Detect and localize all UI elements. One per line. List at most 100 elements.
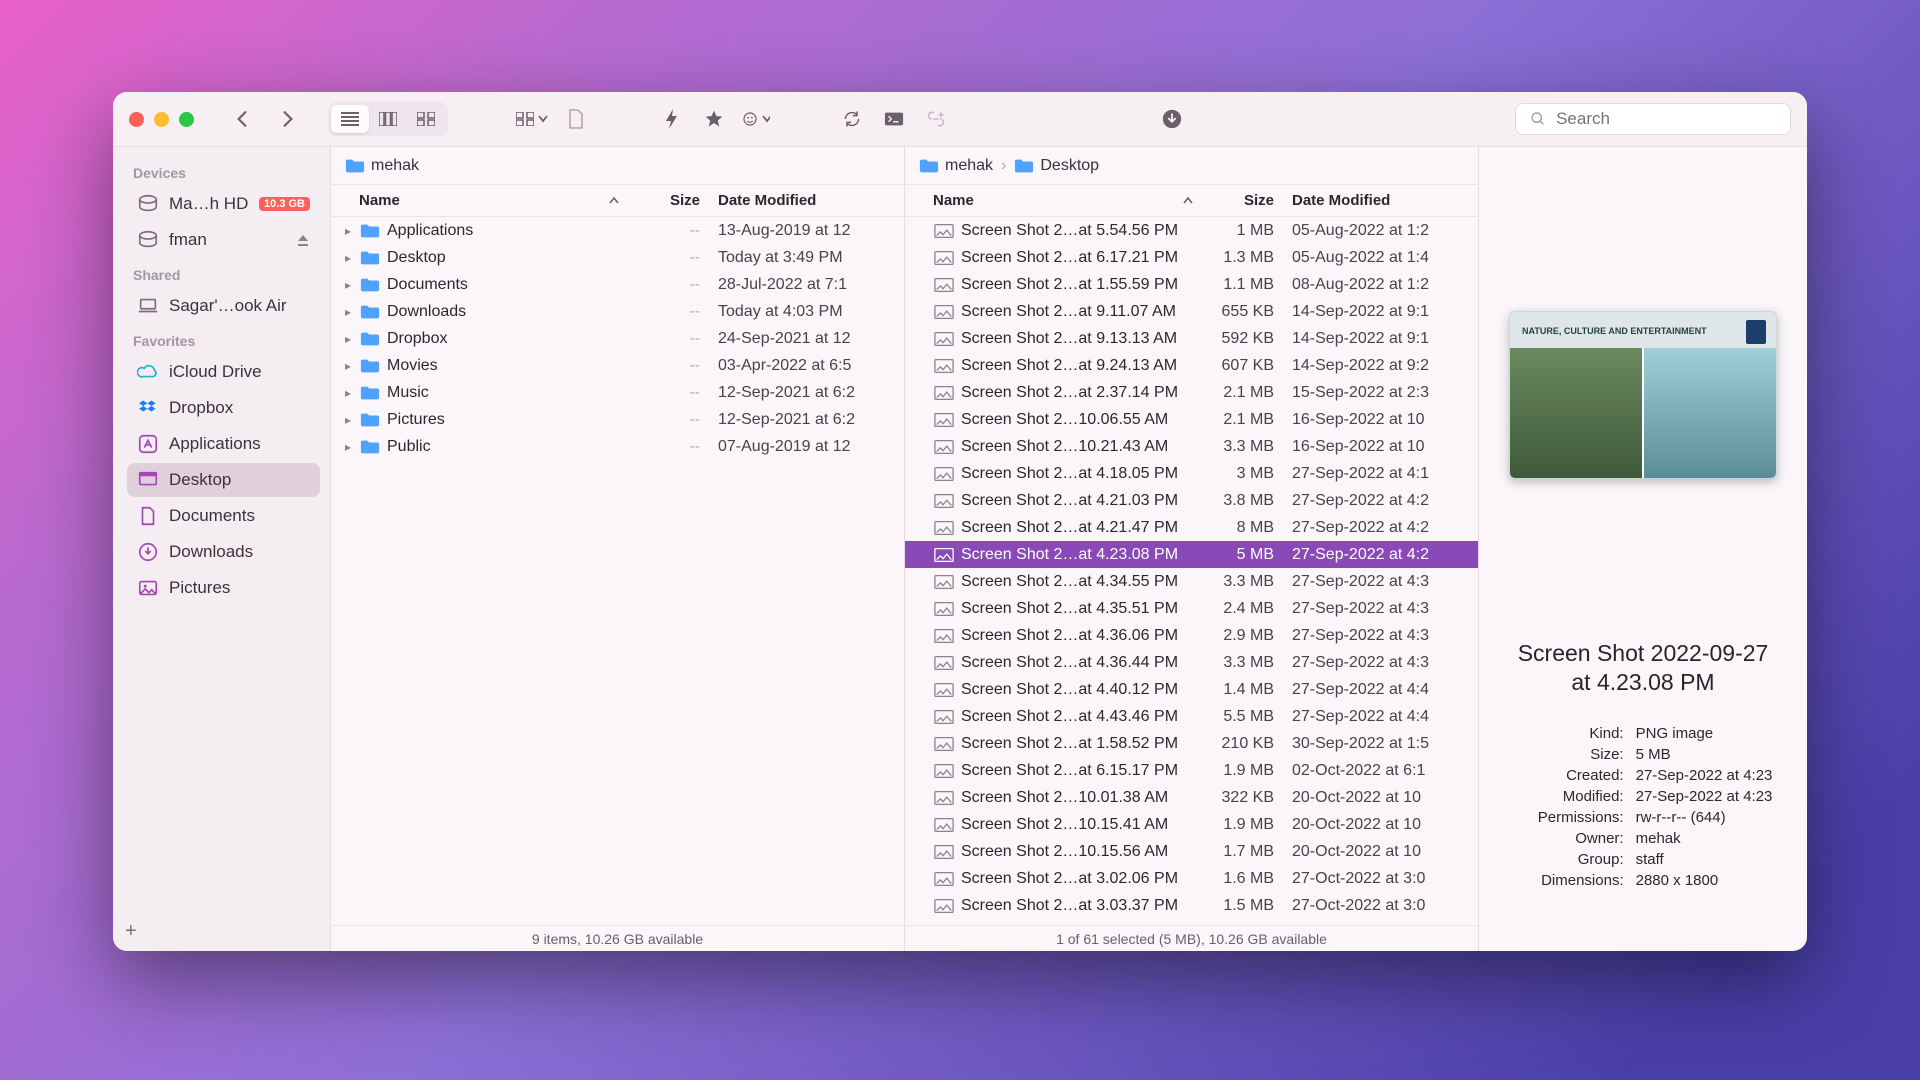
meta-value: 5 MB — [1636, 746, 1773, 763]
right-file-list[interactable]: Screen Shot 2…at 5.54.56 PM1 MB05-Aug-20… — [905, 217, 1478, 925]
sync-button[interactable] — [838, 105, 866, 133]
file-row[interactable]: Screen Shot 2…at 4.36.44 PM3.3 MB27-Sep-… — [905, 649, 1478, 676]
sidebar-item[interactable]: Applications — [127, 427, 320, 461]
folder-row[interactable]: ▸Music--12-Sep-2021 at 6:2 — [331, 379, 904, 406]
download-button[interactable] — [1158, 105, 1186, 133]
column-name[interactable]: Name — [359, 192, 400, 209]
file-name: Dropbox — [387, 330, 620, 348]
back-button[interactable] — [228, 105, 256, 133]
disclosure-triangle-icon[interactable]: ▸ — [345, 278, 359, 292]
search-input[interactable] — [1556, 109, 1776, 129]
eject-icon[interactable] — [296, 233, 310, 247]
file-row[interactable]: Screen Shot 2…at 3.02.06 PM1.6 MB27-Oct-… — [905, 865, 1478, 892]
add-link-button[interactable] — [922, 105, 950, 133]
left-file-list[interactable]: ▸Applications--13-Aug-2019 at 12▸Desktop… — [331, 217, 904, 925]
disclosure-triangle-icon[interactable]: ▸ — [345, 224, 359, 238]
sidebar-item[interactable]: fman — [127, 223, 320, 257]
folder-row[interactable]: ▸Pictures--12-Sep-2021 at 6:2 — [331, 406, 904, 433]
column-size[interactable]: Size — [1194, 192, 1274, 209]
folder-row[interactable]: ▸Desktop--Today at 3:49 PM — [331, 244, 904, 271]
disclosure-triangle-icon[interactable]: ▸ — [345, 386, 359, 400]
sidebar-item[interactable]: Dropbox — [127, 391, 320, 425]
tags-button[interactable] — [742, 105, 770, 133]
sidebar-item[interactable]: Ma…h HD10.3 GB — [127, 187, 320, 221]
file-row[interactable]: Screen Shot 2…at 2.37.14 PM2.1 MB15-Sep-… — [905, 379, 1478, 406]
file-row[interactable]: Screen Shot 2…at 4.18.05 PM3 MB27-Sep-20… — [905, 460, 1478, 487]
gallery-view-button[interactable] — [407, 105, 445, 133]
sidebar-item[interactable]: Sagar'…ook Air — [127, 289, 320, 323]
file-row[interactable]: Screen Shot 2…at 9.11.07 AM655 KB14-Sep-… — [905, 298, 1478, 325]
quick-action-button[interactable] — [658, 105, 686, 133]
meta-key: Modified: — [1514, 788, 1624, 805]
sidebar-item[interactable]: Pictures — [127, 571, 320, 605]
file-row[interactable]: Screen Shot 2…10.15.41 AM1.9 MB20-Oct-20… — [905, 811, 1478, 838]
favorite-button[interactable] — [700, 105, 728, 133]
file-row[interactable]: Screen Shot 2…10.21.43 AM3.3 MB16-Sep-20… — [905, 433, 1478, 460]
file-row[interactable]: Screen Shot 2…at 6.17.21 PM1.3 MB05-Aug-… — [905, 244, 1478, 271]
file-row[interactable]: Screen Shot 2…at 9.24.13 AM607 KB14-Sep-… — [905, 352, 1478, 379]
list-view-button[interactable] — [331, 105, 369, 133]
sort-ascending-icon — [1182, 195, 1194, 207]
desktop-icon — [137, 469, 159, 491]
sidebar-item[interactable]: Desktop — [127, 463, 320, 497]
forward-button[interactable] — [274, 105, 302, 133]
disclosure-triangle-icon[interactable]: ▸ — [345, 332, 359, 346]
file-row[interactable]: Screen Shot 2…at 3.03.37 PM1.5 MB27-Oct-… — [905, 892, 1478, 919]
disclosure-triangle-icon[interactable]: ▸ — [345, 440, 359, 454]
zoom-button[interactable] — [179, 112, 194, 127]
column-size[interactable]: Size — [620, 192, 700, 209]
breadcrumb-item[interactable]: mehak — [919, 157, 993, 175]
folder-row[interactable]: ▸Dropbox--24-Sep-2021 at 12 — [331, 325, 904, 352]
new-document-button[interactable] — [562, 105, 590, 133]
file-row[interactable]: Screen Shot 2…at 4.21.03 PM3.8 MB27-Sep-… — [905, 487, 1478, 514]
folder-row[interactable]: ▸Movies--03-Apr-2022 at 6:5 — [331, 352, 904, 379]
file-row[interactable]: Screen Shot 2…at 5.54.56 PM1 MB05-Aug-20… — [905, 217, 1478, 244]
file-row[interactable]: Screen Shot 2…at 4.35.51 PM2.4 MB27-Sep-… — [905, 595, 1478, 622]
folder-row[interactable]: ▸Public--07-Aug-2019 at 12 — [331, 433, 904, 460]
file-row[interactable]: Screen Shot 2…at 4.40.12 PM1.4 MB27-Sep-… — [905, 676, 1478, 703]
file-row[interactable]: Screen Shot 2…at 4.23.08 PM5 MB27-Sep-20… — [905, 541, 1478, 568]
sidebar-item[interactable]: Downloads — [127, 535, 320, 569]
disclosure-triangle-icon[interactable]: ▸ — [345, 251, 359, 265]
column-date[interactable]: Date Modified — [700, 192, 890, 209]
sidebar-item[interactable]: iCloud Drive — [127, 355, 320, 389]
column-name[interactable]: Name — [933, 192, 974, 209]
folder-row[interactable]: ▸Applications--13-Aug-2019 at 12 — [331, 217, 904, 244]
file-row[interactable]: Screen Shot 2…at 4.34.55 PM3.3 MB27-Sep-… — [905, 568, 1478, 595]
breadcrumb-item[interactable]: Desktop — [1014, 157, 1099, 175]
file-size: 5.5 MB — [1194, 708, 1274, 726]
file-row[interactable]: Screen Shot 2…at 1.58.52 PM210 KB30-Sep-… — [905, 730, 1478, 757]
file-name: Screen Shot 2…at 4.40.12 PM — [961, 681, 1194, 699]
left-column-header[interactable]: Name Size Date Modified — [331, 185, 904, 217]
disclosure-triangle-icon[interactable]: ▸ — [345, 413, 359, 427]
group-button[interactable] — [516, 112, 548, 126]
breadcrumb-item[interactable]: mehak — [345, 157, 419, 175]
file-name: Screen Shot 2…at 9.13.13 AM — [961, 330, 1194, 348]
file-row[interactable]: Screen Shot 2…10.06.55 AM2.1 MB16-Sep-20… — [905, 406, 1478, 433]
file-row[interactable]: Screen Shot 2…at 1.55.59 PM1.1 MB08-Aug-… — [905, 271, 1478, 298]
file-row[interactable]: Screen Shot 2…at 6.15.17 PM1.9 MB02-Oct-… — [905, 757, 1478, 784]
file-row[interactable]: Screen Shot 2…at 4.43.46 PM5.5 MB27-Sep-… — [905, 703, 1478, 730]
disclosure-triangle-icon[interactable]: ▸ — [345, 359, 359, 373]
minimize-button[interactable] — [154, 112, 169, 127]
preview-thumbnail[interactable]: NATURE, CULTURE AND ENTERTAINMENT — [1509, 311, 1777, 479]
sidebar-item[interactable]: Documents — [127, 499, 320, 533]
file-row[interactable]: Screen Shot 2…at 4.21.47 PM8 MB27-Sep-20… — [905, 514, 1478, 541]
column-date[interactable]: Date Modified — [1274, 192, 1464, 209]
file-row[interactable]: Screen Shot 2…at 4.36.06 PM2.9 MB27-Sep-… — [905, 622, 1478, 649]
file-name: Screen Shot 2…at 1.55.59 PM — [961, 276, 1194, 294]
file-row[interactable]: Screen Shot 2…at 9.13.13 AM592 KB14-Sep-… — [905, 325, 1478, 352]
folder-row[interactable]: ▸Downloads--Today at 4:03 PM — [331, 298, 904, 325]
column-view-button[interactable] — [369, 105, 407, 133]
image-file-icon — [933, 304, 955, 320]
right-column-header[interactable]: Name Size Date Modified — [905, 185, 1478, 217]
terminal-button[interactable] — [880, 105, 908, 133]
new-folder-button[interactable]: + — [125, 920, 137, 943]
disclosure-triangle-icon[interactable]: ▸ — [345, 305, 359, 319]
file-row[interactable]: Screen Shot 2…10.01.38 AM322 KB20-Oct-20… — [905, 784, 1478, 811]
file-row[interactable]: Screen Shot 2…10.15.56 AM1.7 MB20-Oct-20… — [905, 838, 1478, 865]
search-field[interactable] — [1515, 103, 1791, 135]
close-button[interactable] — [129, 112, 144, 127]
file-size: -- — [620, 303, 700, 321]
folder-row[interactable]: ▸Documents--28-Jul-2022 at 7:1 — [331, 271, 904, 298]
